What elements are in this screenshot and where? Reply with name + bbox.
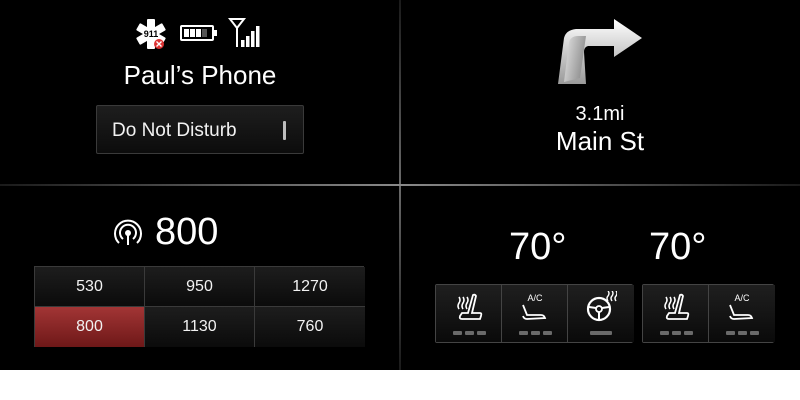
preset-button[interactable]: 950 xyxy=(145,267,255,307)
driver-climate-controls: A/C xyxy=(435,284,634,343)
emergency-911-icon: 911 xyxy=(136,19,166,49)
ac-text: A/C xyxy=(527,293,543,303)
preset-button[interactable]: 1130 xyxy=(145,307,255,347)
preset-button[interactable]: 760 xyxy=(255,307,365,347)
heated-seat-icon xyxy=(664,293,690,320)
nav-distance: 3.1mi xyxy=(575,103,625,125)
phone-name: Paul’s Phone xyxy=(123,60,277,90)
do-not-disturb-toggle[interactable]: Do Not Disturb xyxy=(96,105,304,154)
toggle-handle xyxy=(283,121,286,140)
driver-ventilated-seat-button[interactable]: A/C xyxy=(502,285,568,342)
do-not-disturb-label: Do Not Disturb xyxy=(112,120,237,141)
turn-right-icon xyxy=(558,19,642,84)
heated-seat-icon xyxy=(457,293,483,320)
preset-button[interactable]: 1270 xyxy=(255,267,365,307)
preset-button[interactable]: 530 xyxy=(35,267,145,307)
passenger-temperature: 70° xyxy=(649,226,707,268)
infotainment-screen: 911 Paul’s Phone Do Not Disturb 3.1mi Ma… xyxy=(0,0,800,370)
steering-heat-indicator xyxy=(590,331,612,335)
passenger-heated-seat-button[interactable] xyxy=(643,285,709,342)
preset-button-active[interactable]: 800 xyxy=(35,307,145,347)
ac-text: A/C xyxy=(734,293,750,303)
signal-strength-icon xyxy=(228,18,260,47)
radio-frequency: 800 xyxy=(155,211,219,253)
radio-presets-grid: 530 950 1270 800 1130 760 xyxy=(34,266,365,347)
vent-level-indicator xyxy=(519,331,553,335)
vent-level-indicator xyxy=(726,331,760,335)
heat-level-indicator xyxy=(660,331,694,335)
battery-icon xyxy=(180,25,217,41)
heated-steering-wheel-icon xyxy=(586,291,617,322)
nav-street-name: Main St xyxy=(555,126,645,156)
ventilated-seat-icon: A/C xyxy=(729,293,754,320)
driver-temperature: 70° xyxy=(509,226,567,268)
horizontal-divider xyxy=(0,184,800,186)
driver-heated-seat-button[interactable] xyxy=(436,285,502,342)
passenger-ventilated-seat-button[interactable]: A/C xyxy=(709,285,775,342)
emergency-911-text: 911 xyxy=(144,29,159,39)
radio-broadcast-icon xyxy=(114,219,142,245)
heat-level-indicator xyxy=(453,331,487,335)
ventilated-seat-icon: A/C xyxy=(522,293,547,320)
heated-steering-wheel-button[interactable] xyxy=(568,285,634,342)
passenger-climate-controls: A/C xyxy=(642,284,775,343)
